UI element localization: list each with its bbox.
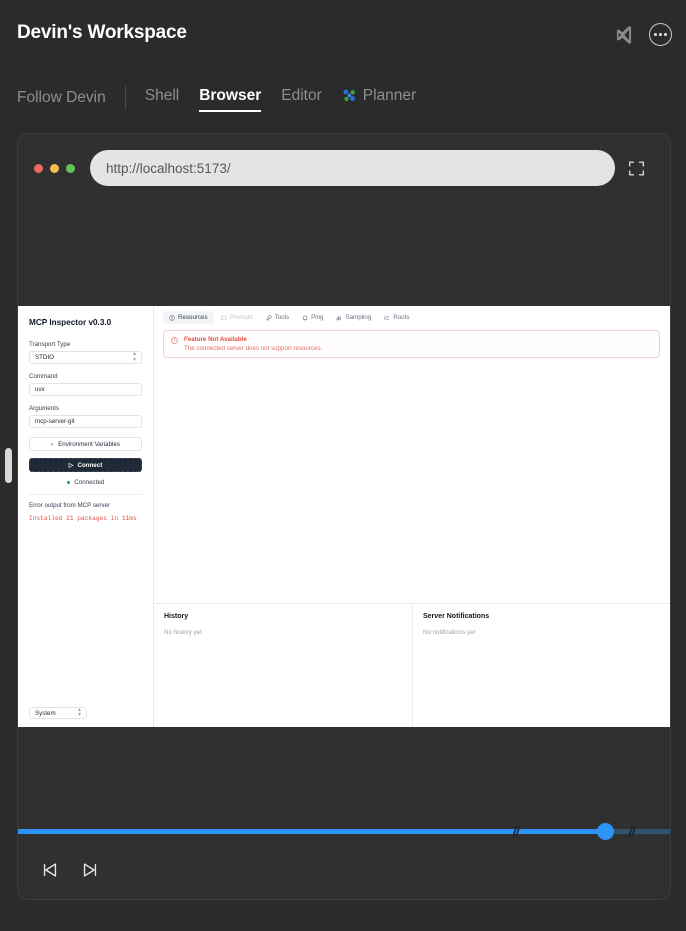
tab-shell-label: Shell	[144, 86, 180, 104]
maximize-dot-icon[interactable]	[66, 163, 75, 173]
transport-type-label: Transport Type	[29, 341, 71, 348]
mcp-tab-sampling[interactable]: Sampling	[330, 311, 377, 324]
tab-follow-devin[interactable]: Follow Devin	[17, 89, 106, 107]
skip-previous-icon[interactable]	[40, 860, 60, 880]
more-options-icon[interactable]	[649, 23, 672, 46]
mcp-tab-prompts[interactable]: Prompts	[215, 311, 259, 324]
browser-viewport: MCP Inspector v0.3.0 Transport Type STDI…	[18, 306, 670, 727]
resources-icon	[169, 314, 175, 321]
transport-type-value: STDIO	[35, 354, 54, 361]
mcp-tab-roots[interactable]: Roots	[378, 311, 415, 324]
alert-body: The connected server does not support re…	[184, 345, 323, 352]
close-dot-icon[interactable]	[34, 163, 43, 173]
feature-unavailable-alert: Feature Not Available The connected serv…	[163, 330, 660, 358]
mcp-tab-bar: Resources Prompts Tools Ping Sampling Ro…	[154, 306, 670, 324]
play-icon: ▷	[68, 461, 74, 469]
environment-variables-button[interactable]: › Environment Variables	[29, 437, 142, 451]
notifications-title: Server Notifications	[423, 613, 490, 620]
tab-planner[interactable]: Planner	[342, 87, 416, 110]
command-label: Command	[29, 373, 58, 380]
arguments-label: Arguments	[29, 405, 59, 412]
chevron-updown-icon-2: ▴ ▾	[77, 706, 81, 718]
mcp-tab-prompts-label: Prompts	[229, 314, 253, 321]
scrubber-thumb[interactable]	[597, 823, 614, 840]
tab-divider	[124, 86, 126, 110]
tools-icon	[265, 314, 272, 321]
server-notifications-panel: Server Notifications No notifications ye…	[412, 604, 670, 727]
alert-title: Feature Not Available	[184, 336, 247, 343]
skip-next-icon[interactable]	[80, 860, 100, 880]
tab-browser[interactable]: Browser	[199, 86, 262, 112]
bottom-panels: History No history yet Server Notificati…	[154, 603, 670, 727]
roots-icon	[384, 315, 390, 320]
transport-controls	[18, 841, 670, 899]
mcp-tab-ping-label: Ping	[311, 314, 324, 321]
minimize-dot-icon[interactable]	[50, 163, 59, 173]
transport-type-select[interactable]: STDIO ▴ ▾	[29, 351, 142, 364]
main-tab-bar: Follow Devin Shell Browser Editor Planne…	[0, 80, 686, 116]
browser-panel: http://localhost:5173/ MCP Inspector v0.…	[17, 133, 671, 900]
command-input[interactable]: uvx	[29, 383, 142, 396]
environment-variables-label: Environment Variables	[58, 440, 120, 448]
playback-scrubber[interactable]	[18, 823, 670, 840]
arguments-input[interactable]: mcp-server-git	[29, 415, 142, 428]
error-output-text: Installed 21 packages in 11ms	[29, 515, 137, 522]
mcp-tab-sampling-label: Sampling	[345, 314, 372, 321]
mcp-tab-resources-label: Resources	[178, 314, 208, 321]
error-output-label: Error output from MCP server	[29, 502, 111, 509]
app-header: Devin's Workspace	[0, 0, 686, 70]
page-title: Devin's Workspace	[17, 22, 187, 43]
fullscreen-icon[interactable]	[628, 160, 645, 177]
url-text: http://localhost:5173/	[106, 160, 231, 176]
system-theme-value: System	[35, 709, 56, 717]
tab-shell[interactable]: Shell	[145, 87, 179, 110]
command-value: uvx	[35, 386, 45, 393]
connection-status-label: Connected	[74, 479, 105, 486]
history-panel: History No history yet	[154, 604, 412, 727]
connection-status: Connected	[29, 479, 142, 486]
mcp-tab-ping[interactable]: Ping	[296, 311, 329, 324]
mcp-main-area: Resources Prompts Tools Ping Sampling Ro…	[154, 306, 670, 727]
sidebar-divider	[29, 494, 142, 495]
mcp-tab-resources[interactable]: Resources	[163, 311, 214, 324]
mcp-sidebar: MCP Inspector v0.3.0 Transport Type STDI…	[18, 306, 154, 727]
header-actions	[613, 23, 672, 46]
tab-editor-label: Editor	[281, 86, 322, 104]
connect-button[interactable]: ▷ Connect	[29, 458, 142, 472]
segment-marker-icon-2	[628, 826, 636, 837]
arguments-value: mcp-server-git	[35, 418, 75, 425]
mcp-tab-roots-label: Roots	[393, 314, 410, 321]
tab-editor[interactable]: Editor	[281, 87, 322, 110]
system-theme-select[interactable]: System ▴ ▾	[29, 707, 87, 719]
vscode-icon[interactable]	[613, 24, 635, 46]
mcp-tab-tools-label: Tools	[274, 314, 290, 321]
notifications-empty-text: No notifications yet	[423, 629, 476, 636]
planner-cluster-icon	[343, 89, 355, 102]
history-title: History	[164, 613, 189, 620]
tab-browser-label: Browser	[199, 86, 262, 104]
chevron-updown-icon: ▴ ▾	[132, 351, 136, 363]
history-empty-text: No history yet	[164, 629, 202, 636]
connect-label: Connect	[77, 461, 103, 469]
left-edge-resize-handle[interactable]	[5, 448, 12, 483]
status-dot-icon	[66, 480, 71, 485]
chevron-right-icon: ›	[51, 440, 54, 448]
url-input[interactable]: http://localhost:5173/	[90, 150, 615, 186]
segment-marker-icon-1	[512, 826, 520, 837]
sampling-icon	[337, 315, 342, 320]
ping-icon	[302, 315, 308, 320]
mcp-tab-tools[interactable]: Tools	[260, 311, 295, 324]
browser-toolbar: http://localhost:5173/	[18, 134, 670, 202]
alert-circle-icon	[171, 337, 178, 344]
window-traffic-lights	[34, 163, 75, 173]
prompts-icon	[220, 315, 227, 321]
mcp-inspector-title: MCP Inspector v0.3.0	[29, 318, 112, 327]
tab-planner-label: Planner	[362, 86, 417, 104]
